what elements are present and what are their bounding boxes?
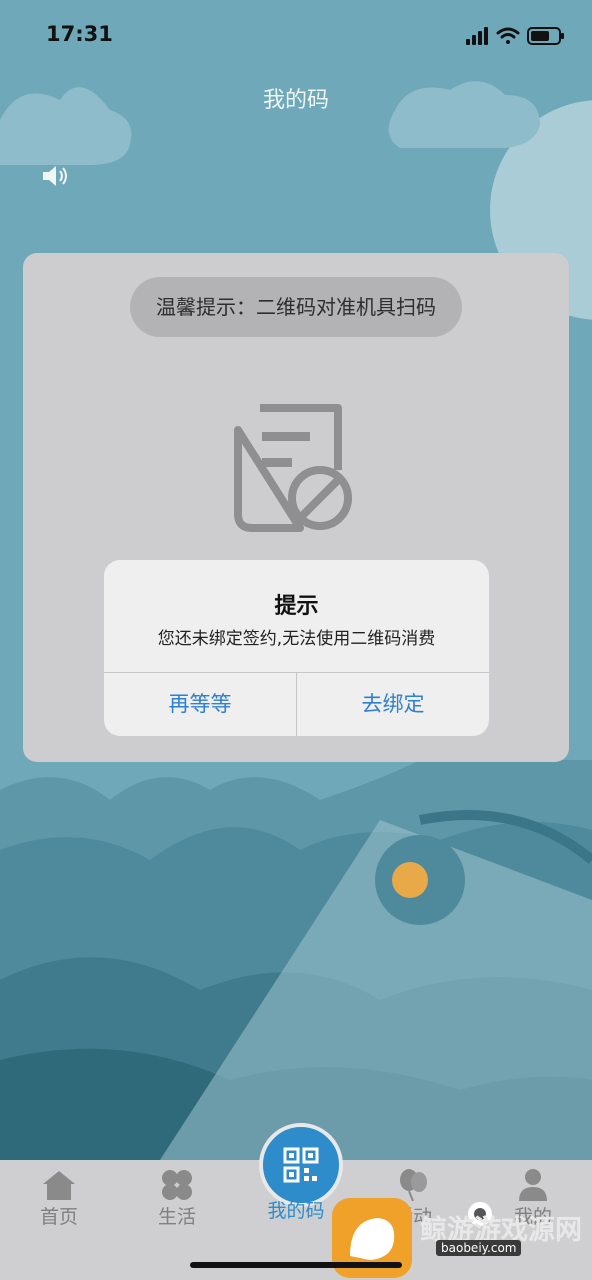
- document-disabled-icon: [234, 404, 352, 532]
- status-time: 17:31: [46, 22, 113, 46]
- wait-button[interactable]: 再等等: [104, 673, 296, 736]
- alert-title: 提示: [274, 594, 319, 619]
- status-bar: 17:31: [0, 0, 592, 70]
- home-icon: [43, 1171, 75, 1200]
- page-title: 我的码: [262, 88, 329, 113]
- qr-code-icon: [283, 1147, 319, 1183]
- tab-life[interactable]: 生活: [132, 1168, 222, 1238]
- tab-my-code-button[interactable]: [259, 1123, 343, 1207]
- tab-home[interactable]: 首页: [14, 1168, 104, 1238]
- tab-life-label: 生活: [157, 1206, 196, 1228]
- clover-icon: [162, 1170, 192, 1200]
- hint-pill: 温馨提示：二维码对准机具扫码: [130, 277, 462, 337]
- bind-alert-dialog: 提示 您还未绑定签约,无法使用二维码消费 再等等 去绑定: [104, 560, 489, 736]
- tab-home-label: 首页: [39, 1206, 78, 1228]
- speaker-icon[interactable]: [40, 162, 70, 190]
- wifi-icon: [496, 27, 520, 44]
- go-bind-button[interactable]: 去绑定: [297, 673, 489, 736]
- alert-message: 您还未绑定签约,无法使用二维码消费: [157, 629, 436, 649]
- status-icons: [466, 27, 564, 45]
- signal-icon: [466, 27, 488, 45]
- home-indicator: [190, 1262, 402, 1268]
- battery-icon: [527, 27, 564, 45]
- watermark-subtext: baobeiy.com: [436, 1240, 522, 1256]
